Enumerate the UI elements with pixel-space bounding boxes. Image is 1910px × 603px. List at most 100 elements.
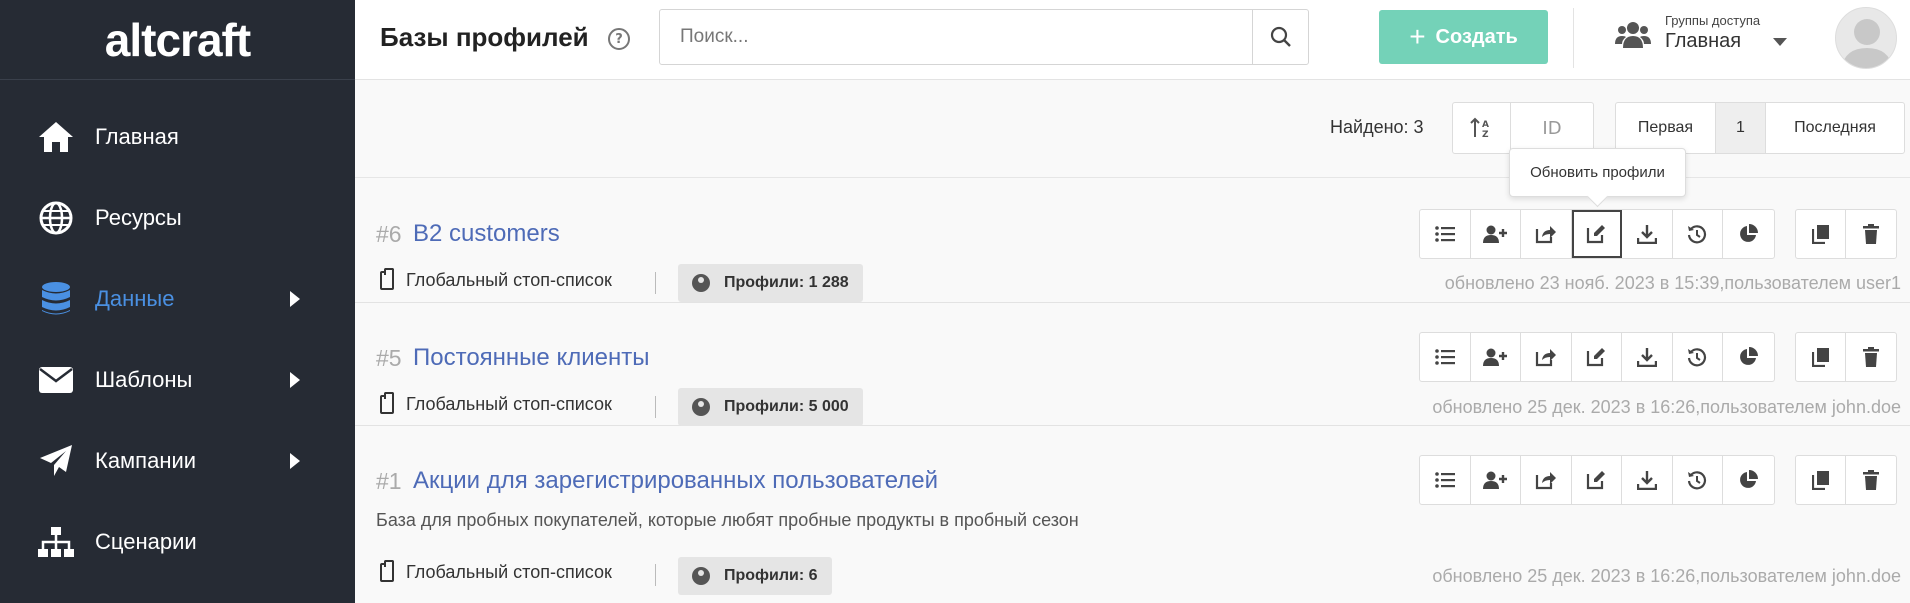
sidebar-item-scenarios[interactable]: Сценарии [0,512,355,572]
pager-first-button[interactable]: Первая [1616,103,1716,153]
row-actions-secondary [1795,209,1897,259]
download-button[interactable] [1622,456,1673,504]
copy-icon [1811,225,1829,244]
trash-icon [1863,470,1879,490]
row-actions [1419,455,1775,505]
share-button[interactable] [1521,456,1572,504]
paper-plane-icon [37,442,75,480]
list-button[interactable] [1420,456,1471,504]
row-actions-secondary [1795,332,1897,382]
access-group-label: Группы доступа [1665,13,1761,28]
access-group-select[interactable]: Главная [1665,30,1741,53]
sidebar-item-label: Главная [95,124,179,149]
sidebar-item-campaigns[interactable]: Кампании [0,431,355,491]
statistics-button[interactable] [1723,456,1774,504]
logo[interactable]: altcraft [0,0,355,80]
help-icon[interactable]: ? [608,28,630,50]
update-profiles-button[interactable] [1571,210,1622,258]
updated-info: обновлено 25 дек. 2023 в 16:26,пользоват… [1432,566,1901,586]
add-profile-button[interactable] [1471,333,1521,381]
statistics-button[interactable] [1723,333,1774,381]
sidebar-item-label: Ресурсы [95,205,182,230]
row-actions [1419,209,1775,259]
search-button[interactable] [1252,10,1308,64]
logo-text: altcraft [104,13,251,66]
sidebar: altcraft Главная Ресурсы Данные Шаблоны … [0,0,355,603]
row-actions-secondary [1795,455,1897,505]
row-id: #6 [376,221,402,247]
table-row: #1 Акции для зарегистрированных пользова… [355,426,1910,603]
stoplist-label: Глобальный стоп-список [380,560,612,583]
chevron-right-icon [290,372,300,388]
download-button[interactable] [1622,210,1673,258]
history-button[interactable] [1673,456,1723,504]
user-plus-icon [1483,471,1508,489]
user-avatar-icon [1841,19,1893,68]
user-plus-icon [1483,348,1508,366]
home-icon [37,118,75,156]
header: Базы профилей ? + Создать Группы доступа… [355,0,1910,80]
search-input[interactable] [660,10,1245,64]
pager-current-page[interactable]: 1 [1716,103,1766,153]
history-button[interactable] [1673,210,1723,258]
download-button[interactable] [1622,333,1673,381]
avatar[interactable] [1835,7,1897,69]
list-button[interactable] [1420,333,1471,381]
share-button[interactable] [1521,333,1572,381]
history-icon [1688,471,1707,490]
clipboard-icon [380,392,394,414]
divider [655,564,656,586]
sidebar-item-resources[interactable]: Ресурсы [0,188,355,248]
list-button[interactable] [1420,210,1471,258]
svg-text:A: A [1482,120,1489,130]
create-button[interactable]: + Создать [1379,10,1548,64]
user-circle-icon [692,274,710,292]
share-button[interactable] [1521,210,1572,258]
statistics-button[interactable] [1723,210,1774,258]
sidebar-item-home[interactable]: Главная [0,107,355,167]
sidebar-item-templates[interactable]: Шаблоны [0,350,355,410]
profiles-count: Профили: 5 000 [724,398,849,415]
copy-icon [1811,471,1829,490]
update-profiles-button[interactable] [1572,333,1622,381]
sidebar-item-label: Кампании [95,448,197,473]
history-button[interactable] [1673,333,1723,381]
edit-icon [1587,225,1606,244]
sort-control: AZ ID [1452,102,1594,154]
trash-icon [1863,347,1879,367]
delete-button[interactable] [1846,210,1896,258]
chevron-right-icon [290,291,300,307]
copy-button[interactable] [1796,456,1846,504]
caret-down-icon[interactable] [1773,38,1787,46]
clipboard-icon [380,268,394,290]
add-profile-button[interactable] [1471,210,1521,258]
trash-icon [1863,224,1879,244]
delete-button[interactable] [1846,456,1896,504]
share-icon [1535,349,1556,367]
sidebar-item-label: Данные [95,286,175,311]
pie-chart-icon [1740,470,1759,488]
row-id: #1 [376,468,402,494]
row-title-link[interactable]: B2 customers [413,220,560,248]
pager-last-button[interactable]: Последняя [1766,103,1904,153]
svg-text:Z: Z [1482,130,1489,139]
profiles-badge: Профили: 5 000 [678,388,863,426]
row-title-link[interactable]: Постоянные клиенты [413,344,649,372]
row-title-link[interactable]: Акции для зарегистрированных пользовател… [413,467,938,495]
sort-field-select[interactable]: ID [1511,103,1593,153]
stoplist-label: Глобальный стоп-список [380,392,612,415]
clipboard-icon [380,560,394,582]
sidebar-item-data[interactable]: Данные [0,269,355,329]
copy-button[interactable] [1796,210,1846,258]
list-icon [1434,226,1455,242]
update-profiles-button[interactable] [1572,456,1622,504]
divider [655,272,656,294]
chevron-right-icon [290,453,300,469]
table-row: #6 B2 customers Глобальный стоп-список П… [355,179,1910,303]
add-profile-button[interactable] [1471,456,1521,504]
envelope-icon [37,361,75,399]
sort-direction-button[interactable]: AZ [1453,103,1511,153]
download-icon [1636,471,1657,490]
copy-button[interactable] [1796,333,1846,381]
delete-button[interactable] [1846,333,1896,381]
